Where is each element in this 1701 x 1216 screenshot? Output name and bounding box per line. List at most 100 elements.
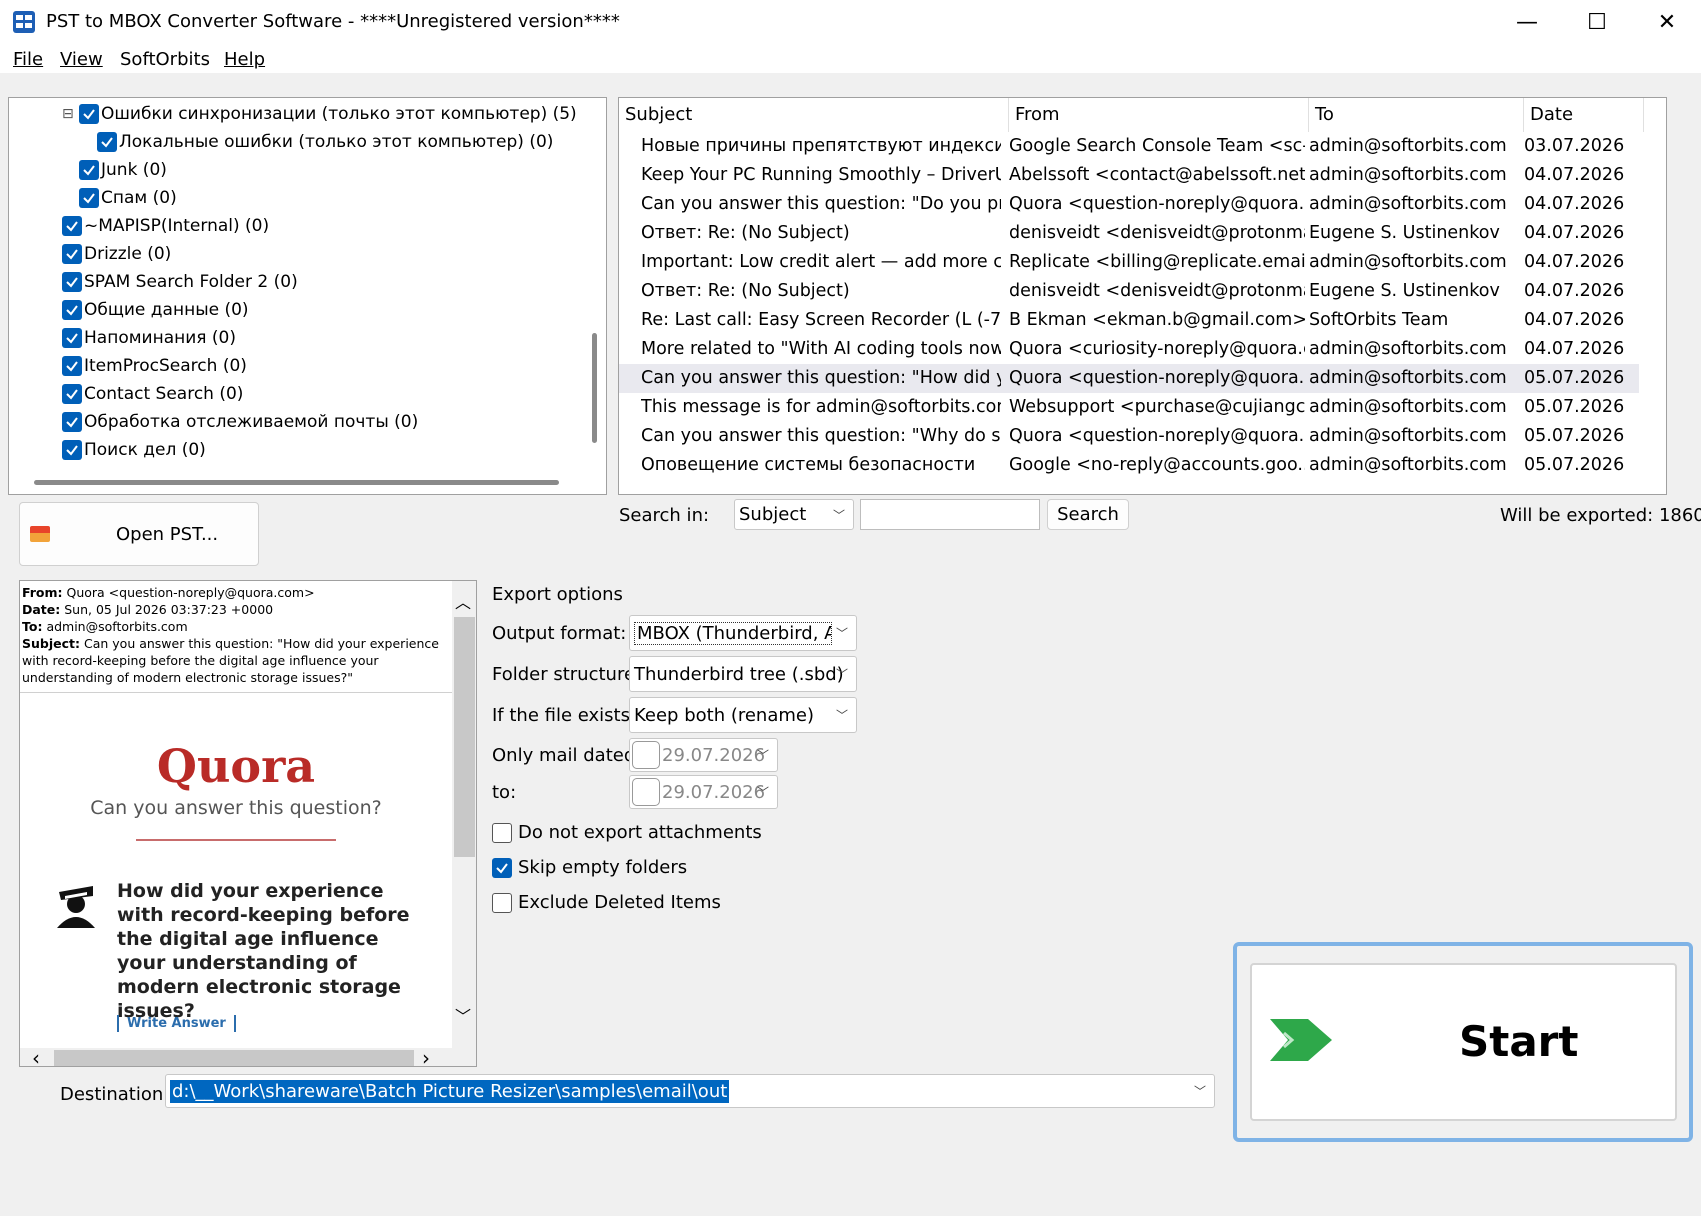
table-row[interactable]: Ответ: Re: (No Subject) denisveidt <denis… [619,219,1639,248]
cell-to: admin@softorbits.com [1309,194,1507,214]
table-row[interactable]: More related to "With AI coding tools no… [619,335,1639,364]
search-input[interactable] [860,499,1040,530]
tree-item[interactable]: Общие данные (0) [62,298,249,322]
table-row[interactable]: This message is for admin@softorbits.com… [619,393,1639,422]
tree-item-label: Drizzle (0) [84,244,172,264]
tree-vscroll-thumb[interactable] [592,333,597,443]
tree-item[interactable]: ⊟ Ошибки синхронизации (только этот компь… [62,102,577,126]
folder-structure-label: Folder structure: [492,664,642,685]
table-row[interactable]: Оповещение системы безопасности Google <n… [619,451,1639,480]
search-field-select[interactable]: Subject ﹀ [734,499,854,530]
write-answer-button[interactable]: Write Answer [117,1015,236,1032]
tree-item[interactable]: SPAM Search Folder 2 (0) [62,270,298,294]
table-row[interactable]: Re: Last call: Easy Screen Recorder (L (… [619,306,1639,335]
exclude-deleted-option[interactable]: Exclude Deleted Items [492,892,721,913]
table-row[interactable]: Can you answer this question: "How did y… [619,364,1639,393]
tree-item[interactable]: Обработка отслеживаемой почты (0) [62,410,418,434]
maximize-button[interactable]: ☐ [1562,0,1632,45]
skip-empty-checkbox[interactable] [492,857,512,878]
tree-item[interactable]: Напоминания (0) [62,326,236,350]
chevron-up-icon[interactable]: ︿ [455,589,471,613]
start-button[interactable]: Start [1250,963,1677,1121]
tree-item-checkbox[interactable] [62,440,82,460]
tree-item[interactable]: Drizzle (0) [62,242,171,266]
table-row[interactable]: Ответ: Re: (No Subject) denisveidt <denis… [619,277,1639,306]
cell-from: B Ekman <ekman.b@gmail.com> [1009,310,1305,330]
cell-date: 04.07.2026 [1524,252,1625,272]
output-format-select[interactable]: MBOX (Thunderbird, Apple﹀ [629,615,857,651]
file-exists-select[interactable]: Keep both (rename) ﹀ [629,697,857,733]
column-header-subject[interactable]: Subject [619,98,1009,132]
column-header-date[interactable]: Date [1524,98,1644,132]
tree-item-checkbox[interactable] [62,328,82,348]
chevron-down-icon[interactable]: ﹀ [455,1003,471,1027]
tree-item[interactable]: Contact Search (0) [62,382,243,406]
tree-item-checkbox[interactable] [79,188,99,208]
chevron-down-icon: ﹀ [835,626,848,641]
date-to-picker[interactable]: 29.07.2026 ﹀ [629,775,778,809]
menu-view[interactable]: View [60,49,103,70]
tree-item[interactable]: Junk (0) [79,158,167,182]
tree-item-checkbox[interactable] [62,216,82,236]
date-from-picker[interactable]: 29.07.2026 ﹀ [629,738,778,772]
tree-item-checkbox[interactable] [62,272,82,292]
column-header-from[interactable]: From [1009,98,1309,132]
preview-hscroll[interactable]: ‹ › [20,1046,476,1066]
chevron-down-icon: ﹀ [835,667,848,682]
preview-tagline: Can you answer this question? [90,797,382,819]
tree-item[interactable]: ItemProcSearch (0) [62,354,247,378]
table-row[interactable]: Important: Low credit alert — add more c… [619,248,1639,277]
date-from-checkbox[interactable] [632,741,660,769]
close-button[interactable]: ✕ [1632,0,1701,45]
no-attachments-label: Do not export attachments [518,822,762,843]
menu-softorbits[interactable]: SoftOrbits [120,49,210,70]
preview-hscroll-thumb[interactable] [54,1050,414,1066]
tree-item-checkbox[interactable] [97,132,117,152]
exclude-deleted-checkbox[interactable] [492,892,512,913]
tree-item-checkbox[interactable] [62,300,82,320]
message-preview[interactable]: From: Quora <question-noreply@quora.com>… [19,580,477,1067]
table-row[interactable]: Keep Your PC Running Smoothly – DriverUp… [619,161,1639,190]
cell-from: Google <no-reply@accounts.goo... [1009,455,1305,475]
title-bar: PST to MBOX Converter Software - ****Unr… [0,0,1701,45]
avatar [51,878,101,928]
tree-item[interactable]: Поиск дел (0) [62,438,206,462]
table-row[interactable]: Новые причины препятствуют индексиро... G… [619,132,1639,161]
menu-help[interactable]: Help [224,49,265,70]
no-attachments-option[interactable]: Do not export attachments [492,822,762,843]
destination-select[interactable]: d:\__Work\shareware\Batch Picture Resize… [165,1074,1215,1108]
cell-date: 04.07.2026 [1524,281,1625,301]
tree-item-checkbox[interactable] [62,244,82,264]
expander-icon[interactable]: ⊟ [62,106,74,122]
destination-path: d:\__Work\shareware\Batch Picture Resize… [170,1079,730,1103]
no-attachments-checkbox[interactable] [492,822,512,843]
column-header-to[interactable]: To [1309,98,1524,132]
mail-table[interactable]: Subject From To Date Новые причины препя… [618,97,1667,495]
open-pst-button[interactable]: Open PST... [19,502,259,566]
tree-item-checkbox[interactable] [62,356,82,376]
tree-item[interactable]: ~MAPISP(Internal) (0) [62,214,269,238]
preview-vscroll[interactable]: ︿ ﹀ [452,581,476,1048]
tree-item-checkbox[interactable] [79,160,99,180]
chevron-right-icon[interactable]: › [422,1046,430,1066]
minimize-button[interactable]: — [1492,0,1562,45]
folder-structure-select[interactable]: Thunderbird tree (.sbd) ﹀ [629,656,857,692]
preview-vscroll-thumb[interactable] [454,617,475,857]
tree-item[interactable]: Локальные ошибки (только этот компьютер)… [97,130,553,154]
preview-question[interactable]: How did your experience with record-keep… [117,879,432,1023]
table-row[interactable]: Can you answer this question: "Do you pr… [619,190,1639,219]
tree-hscroll-thumb[interactable] [34,480,559,485]
chevron-left-icon[interactable]: ‹ [32,1046,40,1066]
skip-empty-option[interactable]: Skip empty folders [492,857,687,878]
cell-subject: Ответ: Re: (No Subject) [641,281,850,301]
tree-item[interactable]: Спам (0) [79,186,177,210]
date-to-checkbox[interactable] [632,778,660,806]
table-row[interactable]: Can you answer this question: "Why do so… [619,422,1639,451]
tree-item-checkbox[interactable] [62,412,82,432]
window-title: PST to MBOX Converter Software - ****Unr… [46,11,620,32]
search-button[interactable]: Search [1047,499,1129,530]
menu-file[interactable]: File [13,49,43,70]
folder-tree[interactable]: ⊟ Ошибки синхронизации (только этот компь… [8,97,607,495]
tree-item-checkbox[interactable] [79,104,99,124]
tree-item-checkbox[interactable] [62,384,82,404]
